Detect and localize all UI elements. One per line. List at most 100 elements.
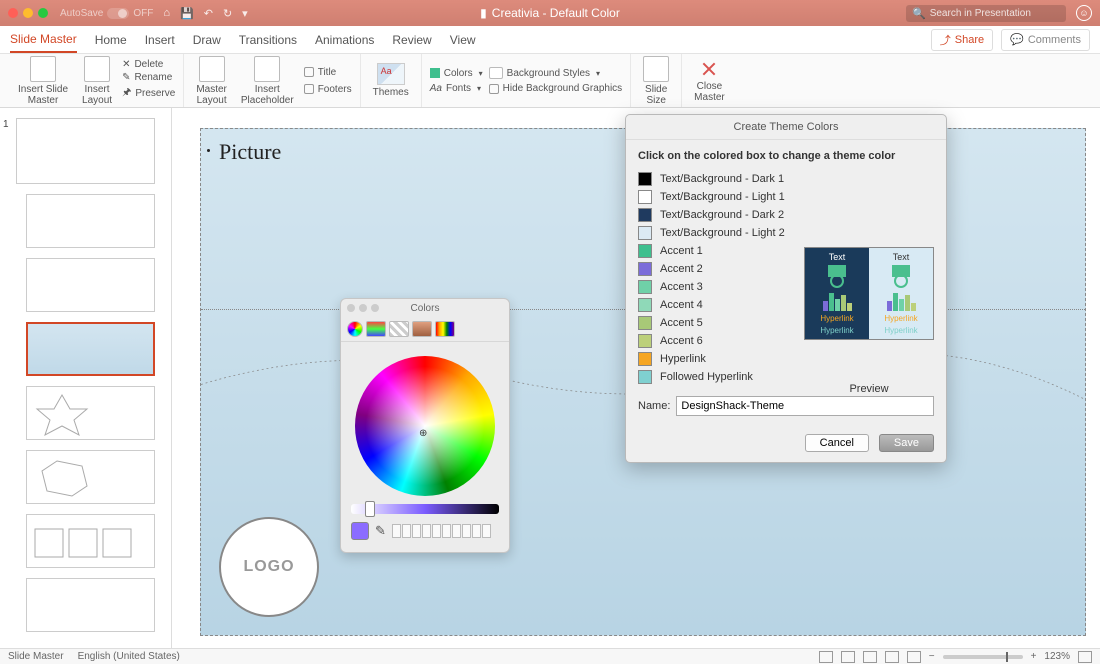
tab-home[interactable]: Home bbox=[95, 33, 127, 47]
tab-insert[interactable]: Insert bbox=[145, 33, 175, 47]
tab-slide-master[interactable]: Slide Master bbox=[10, 32, 77, 53]
layout-thumbnail[interactable] bbox=[26, 450, 155, 504]
tab-review[interactable]: Review bbox=[392, 33, 431, 47]
color-swatch[interactable] bbox=[638, 226, 652, 240]
fonts-dropdown[interactable]: AaFonts bbox=[430, 83, 483, 94]
wheel-tab-icon[interactable] bbox=[347, 321, 363, 337]
color-swatch[interactable] bbox=[638, 280, 652, 294]
cp-min-icon[interactable] bbox=[359, 304, 367, 312]
delete-button[interactable]: ✕Delete bbox=[122, 59, 175, 70]
close-master-button[interactable]: Close Master bbox=[690, 57, 729, 105]
close-window-icon[interactable] bbox=[8, 8, 18, 18]
theme-color-row[interactable]: Text/Background - Dark 1 bbox=[638, 172, 934, 186]
insert-placeholder-button[interactable]: Insert Placeholder bbox=[237, 54, 298, 108]
sliders-tab-icon[interactable] bbox=[366, 321, 386, 337]
hide-background-checkbox[interactable]: Hide Background Graphics bbox=[489, 83, 623, 94]
search-presentation[interactable]: 🔍 bbox=[906, 5, 1066, 22]
theme-color-row[interactable]: Text/Background - Light 1 bbox=[638, 190, 934, 204]
tab-transitions[interactable]: Transitions bbox=[239, 33, 297, 47]
layout-thumbnail[interactable] bbox=[26, 258, 155, 312]
theme-name-input[interactable] bbox=[676, 396, 934, 416]
tab-draw[interactable]: Draw bbox=[193, 33, 221, 47]
layout-thumbnail[interactable] bbox=[26, 514, 155, 568]
current-color-swatch[interactable] bbox=[351, 522, 369, 540]
footers-checkbox[interactable]: Footers bbox=[304, 84, 352, 95]
theme-color-row[interactable]: Text/Background - Dark 2 bbox=[638, 208, 934, 222]
color-swatch[interactable] bbox=[638, 334, 652, 348]
notes-icon[interactable] bbox=[819, 651, 833, 663]
slide-size-button[interactable]: Slide Size bbox=[639, 54, 673, 108]
color-swatch[interactable] bbox=[638, 244, 652, 258]
color-swatch[interactable] bbox=[638, 172, 652, 186]
normal-view-icon[interactable] bbox=[841, 651, 855, 663]
theme-color-row[interactable]: Hyperlink bbox=[638, 352, 934, 366]
master-layout-button[interactable]: Master Layout bbox=[192, 54, 231, 108]
save-button[interactable]: Save bbox=[879, 434, 934, 452]
color-wheel[interactable] bbox=[355, 356, 495, 496]
slide-thumbnail-panel[interactable]: 1 bbox=[0, 108, 172, 648]
layout-thumbnail[interactable] bbox=[26, 578, 155, 632]
preserve-button[interactable]: 🖈Preserve bbox=[122, 85, 175, 102]
undo-icon[interactable]: ↶ bbox=[204, 7, 213, 20]
insert-slide-master-button[interactable]: Insert Slide Master bbox=[14, 54, 72, 108]
master-thumbnail[interactable]: 1 bbox=[16, 118, 155, 184]
qat-more-icon[interactable]: ▾ bbox=[242, 7, 248, 20]
minimize-window-icon[interactable] bbox=[23, 8, 33, 18]
tab-view[interactable]: View bbox=[450, 33, 476, 47]
layout-thumbnail-selected[interactable] bbox=[26, 322, 155, 376]
zoom-out-icon[interactable]: − bbox=[929, 651, 935, 662]
cp-max-icon[interactable] bbox=[371, 304, 379, 312]
tab-animations[interactable]: Animations bbox=[315, 33, 374, 47]
color-swatch[interactable] bbox=[638, 208, 652, 222]
color-swatch[interactable] bbox=[638, 352, 652, 366]
themes-button[interactable]: Themes bbox=[369, 61, 413, 100]
maximize-window-icon[interactable] bbox=[38, 8, 48, 18]
color-swatch[interactable] bbox=[638, 262, 652, 276]
slideshow-view-icon[interactable] bbox=[907, 651, 921, 663]
fit-window-icon[interactable] bbox=[1078, 651, 1092, 663]
autosave-toggle[interactable]: AutoSave OFF bbox=[60, 8, 153, 19]
image-tab-icon[interactable] bbox=[412, 321, 432, 337]
cancel-button[interactable]: Cancel bbox=[805, 434, 869, 452]
title-checkbox[interactable]: Title bbox=[304, 67, 352, 78]
background-styles-dropdown[interactable]: Background Styles bbox=[489, 67, 623, 79]
titlebar: AutoSave OFF ⌂ 💾 ↶ ↻ ▾ ▮ Creativia - Def… bbox=[0, 0, 1100, 26]
zoom-level[interactable]: 123% bbox=[1044, 651, 1070, 662]
reading-view-icon[interactable] bbox=[885, 651, 899, 663]
save-icon[interactable]: 💾 bbox=[180, 7, 194, 20]
insert-layout-button[interactable]: Insert Layout bbox=[78, 54, 116, 108]
pencils-tab-icon[interactable] bbox=[435, 321, 455, 337]
dialog-title: Create Theme Colors bbox=[626, 115, 946, 140]
theme-color-row[interactable]: Text/Background - Light 2 bbox=[638, 226, 934, 240]
zoom-in-icon[interactable]: + bbox=[1031, 651, 1037, 662]
share-button[interactable]: ⤴Share bbox=[931, 29, 993, 51]
color-history[interactable] bbox=[392, 524, 491, 538]
user-account-icon[interactable]: ☺ bbox=[1076, 5, 1092, 21]
home-icon[interactable]: ⌂ bbox=[163, 7, 170, 20]
palette-tab-icon[interactable] bbox=[389, 321, 409, 337]
status-language[interactable]: English (United States) bbox=[78, 651, 180, 662]
eyedropper-icon[interactable]: ✎ bbox=[375, 523, 386, 539]
sorter-view-icon[interactable] bbox=[863, 651, 877, 663]
theme-preview: Text Hyperlink Hyperlink Text Hyperlink … bbox=[804, 247, 934, 340]
color-swatch[interactable] bbox=[638, 298, 652, 312]
search-input[interactable] bbox=[930, 8, 1060, 19]
colors-dropdown[interactable]: Colors bbox=[430, 68, 483, 79]
zoom-slider[interactable] bbox=[943, 655, 1023, 659]
cp-close-icon[interactable] bbox=[347, 304, 355, 312]
comments-button[interactable]: 💬Comments bbox=[1001, 29, 1090, 51]
color-label: Accent 2 bbox=[660, 263, 703, 275]
brightness-slider[interactable] bbox=[351, 504, 499, 514]
theme-color-row[interactable]: Followed Hyperlink bbox=[638, 370, 934, 384]
slide-title-placeholder[interactable]: Picture bbox=[219, 139, 281, 165]
layout-thumbnail[interactable] bbox=[26, 386, 155, 440]
color-swatch[interactable] bbox=[638, 190, 652, 204]
layout-thumbnail[interactable] bbox=[26, 194, 155, 248]
rename-button[interactable]: ✎Rename bbox=[122, 72, 175, 83]
redo-icon[interactable]: ↻ bbox=[223, 7, 232, 20]
logo-placeholder[interactable]: LOGO bbox=[219, 517, 319, 617]
menubar: Slide Master Home Insert Draw Transition… bbox=[0, 26, 1100, 54]
document-title-text: Creativia - Default Color bbox=[492, 6, 620, 20]
color-swatch[interactable] bbox=[638, 370, 652, 384]
color-swatch[interactable] bbox=[638, 316, 652, 330]
